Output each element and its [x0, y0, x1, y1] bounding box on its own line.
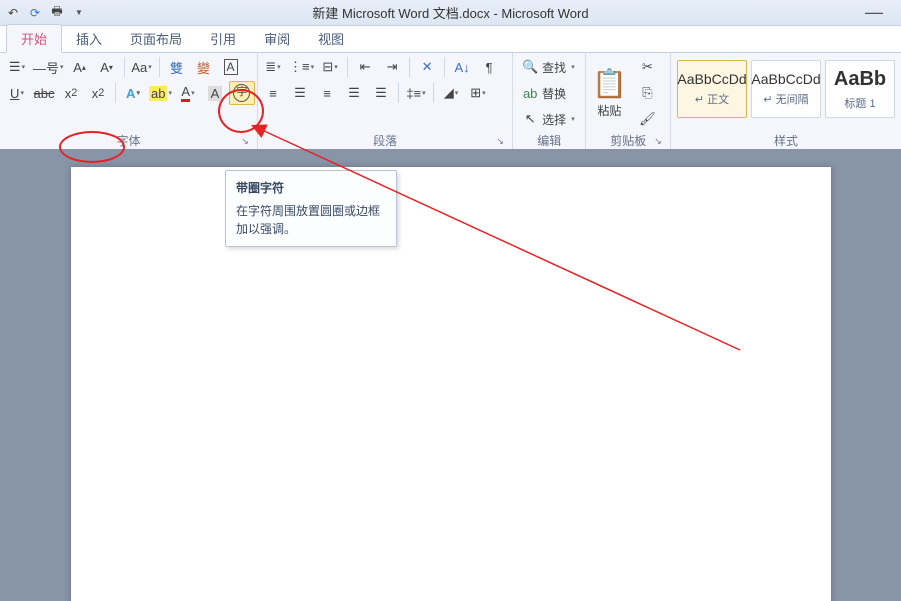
group-font: ☰▾ —号▾ A▴ A▾ Aa▾ 雙 變 A U▾ abc x2 x2 A▾ a… — [0, 53, 258, 149]
tab-layout[interactable]: 页面布局 — [116, 25, 196, 52]
align-left-button[interactable]: ≡ — [260, 81, 286, 105]
tooltip-enclose-char: 带圈字符 在字符周围放置圆圈或边框加以强调。 — [225, 170, 397, 247]
paste-button[interactable]: 📋 粘贴 — [588, 58, 630, 128]
document-area — [0, 149, 901, 601]
borders-button[interactable]: ⊞▾ — [465, 81, 491, 105]
replace-label: 替换 — [542, 85, 566, 102]
select-button[interactable]: ↖ 选择▾ — [515, 107, 583, 131]
copy-button[interactable]: ⎘ — [634, 81, 660, 105]
grow-font-button[interactable]: A▴ — [67, 55, 93, 79]
text-direction-button[interactable]: ✕ — [414, 55, 440, 79]
style-name: ↵ 正文 — [695, 91, 729, 107]
ribbon: ☰▾ —号▾ A▴ A▾ Aa▾ 雙 變 A U▾ abc x2 x2 A▾ a… — [0, 53, 901, 150]
find-button[interactable]: 🔍 查找▾ — [515, 55, 583, 79]
enclose-characters-button[interactable]: 字 — [229, 81, 255, 105]
highlight-button[interactable]: ab▾ — [147, 81, 174, 105]
find-label: 查找 — [542, 59, 566, 76]
group-editing-label: 编辑 — [515, 131, 583, 149]
document-page[interactable] — [71, 167, 831, 601]
style-name: ↵ 无间隔 — [763, 91, 808, 107]
paste-icon: 📋 — [592, 67, 627, 100]
group-editing-text: 编辑 — [537, 132, 561, 149]
group-styles: AaBbCcDd ↵ 正文 AaBbCcDd ↵ 无间隔 AaBb 标题 1 样… — [671, 53, 901, 149]
clipboard-dialog-launcher[interactable]: ↘ — [652, 135, 664, 147]
character-border-button[interactable]: A — [218, 55, 244, 79]
qat-dropdown-icon[interactable]: ▼ — [70, 4, 88, 22]
group-styles-text: 样式 — [774, 132, 798, 149]
style-nospacing[interactable]: AaBbCcDd ↵ 无间隔 — [751, 60, 821, 118]
numbering-button[interactable]: ⋮≡▾ — [287, 55, 316, 79]
group-styles-label: 样式 — [673, 131, 899, 149]
increase-indent-button[interactable]: ⇥ — [379, 55, 405, 79]
font-color-button[interactable]: A▾ — [175, 81, 201, 105]
tooltip-body: 在字符周围放置圆圈或边框加以强调。 — [236, 202, 386, 238]
replace-button[interactable]: ab 替换 — [515, 81, 583, 105]
tab-insert[interactable]: 插入 — [62, 25, 116, 52]
style-preview: AaBbCcDd — [751, 71, 820, 87]
superscript-button[interactable]: x2 — [85, 81, 111, 105]
cut-button[interactable]: ✂ — [634, 55, 660, 79]
find-icon: 🔍 — [522, 59, 538, 75]
styles-gallery[interactable]: AaBbCcDd ↵ 正文 AaBbCcDd ↵ 无间隔 AaBb 标题 1 — [673, 55, 899, 123]
tab-references[interactable]: 引用 — [196, 25, 250, 52]
shrink-font-button[interactable]: A▾ — [94, 55, 120, 79]
undo-icon[interactable]: ↶ — [4, 4, 22, 22]
strikethrough-button[interactable]: abc — [31, 81, 57, 105]
sort-button[interactable]: A↓ — [449, 55, 475, 79]
style-preview: AaBbCcDd — [677, 71, 746, 87]
character-shading-button[interactable]: A — [202, 81, 228, 105]
minimize-icon[interactable]: — — [865, 2, 883, 23]
tab-home[interactable]: 开始 — [6, 24, 62, 53]
format-painter-button[interactable]: 🖌 — [634, 107, 660, 131]
quick-access-toolbar: ↶ ⟳ 🖶 ▼ — [0, 4, 88, 22]
style-normal[interactable]: AaBbCcDd ↵ 正文 — [677, 60, 747, 118]
text-effects-button[interactable]: A▾ — [120, 81, 146, 105]
group-editing: 🔍 查找▾ ab 替换 ↖ 选择▾ 编辑 — [513, 53, 586, 149]
subscript-button[interactable]: x2 — [58, 81, 84, 105]
paragraph-dialog-launcher[interactable]: ↘ — [494, 135, 506, 147]
group-clipboard-text: 剪贴板 — [610, 132, 646, 149]
title-bar: ↶ ⟳ 🖶 ▼ 新建 Microsoft Word 文档.docx - Micr… — [0, 0, 901, 26]
clear-formatting-button[interactable]: 變 — [191, 55, 217, 79]
replace-icon: ab — [522, 85, 538, 101]
select-icon: ↖ — [522, 111, 538, 127]
group-font-label: 字体 ↘ — [2, 131, 255, 149]
align-center-button[interactable]: ☰ — [287, 81, 313, 105]
style-name: 标题 1 — [844, 95, 875, 111]
change-case-button[interactable]: Aa▾ — [129, 55, 155, 79]
group-paragraph: ≣▾ ⋮≡▾ ⊟▾ ⇤ ⇥ ✕ A↓ ¶ ≡ ☰ ≡ ☰ ☰ ‡≡▾ — [258, 53, 513, 149]
distribute-button[interactable]: ☰ — [368, 81, 394, 105]
group-clipboard-label: 剪贴板 ↘ — [588, 131, 668, 149]
group-paragraph-text: 段落 — [373, 132, 397, 149]
paste-label: 粘贴 — [597, 102, 621, 119]
style-preview: AaBb — [834, 68, 886, 91]
group-clipboard: 📋 粘贴 ✂ ⎘ 🖌 剪贴板 ↘ — [586, 53, 671, 149]
decrease-indent-button[interactable]: ⇤ — [352, 55, 378, 79]
tooltip-title: 带圈字符 — [236, 179, 386, 196]
shading-button[interactable]: ◢▾ — [438, 81, 464, 105]
align-right-button[interactable]: ≡ — [314, 81, 340, 105]
multilevel-list-button[interactable]: ⊟▾ — [317, 55, 343, 79]
print-icon[interactable]: 🖶 — [48, 4, 66, 22]
window-title: 新建 Microsoft Word 文档.docx - Microsoft Wo… — [312, 3, 588, 22]
line-spacing-button[interactable]: ‡≡▾ — [403, 81, 429, 105]
redo-icon[interactable]: ⟳ — [26, 4, 44, 22]
show-marks-button[interactable]: ¶ — [476, 55, 502, 79]
font-dialog-launcher[interactable]: ↘ — [239, 135, 251, 147]
ribbon-tabs: 开始 插入 页面布局 引用 审阅 视图 — [0, 26, 901, 53]
tab-view[interactable]: 视图 — [304, 25, 358, 52]
bullets-button[interactable]: ≣▾ — [260, 55, 286, 79]
style-heading1[interactable]: AaBb 标题 1 — [825, 60, 895, 118]
underline-button[interactable]: U▾ — [4, 81, 30, 105]
select-label: 选择 — [542, 111, 566, 128]
font-size-dropdown[interactable]: —号▾ — [31, 55, 66, 79]
tab-review[interactable]: 审阅 — [250, 25, 304, 52]
group-paragraph-label: 段落 ↘ — [260, 131, 510, 149]
phonetic-guide-button[interactable]: 雙 — [164, 55, 190, 79]
group-font-text: 字体 — [116, 132, 140, 149]
align-justify-button[interactable]: ☰ — [341, 81, 367, 105]
align-justify-dropdown[interactable]: ☰▾ — [4, 55, 30, 79]
